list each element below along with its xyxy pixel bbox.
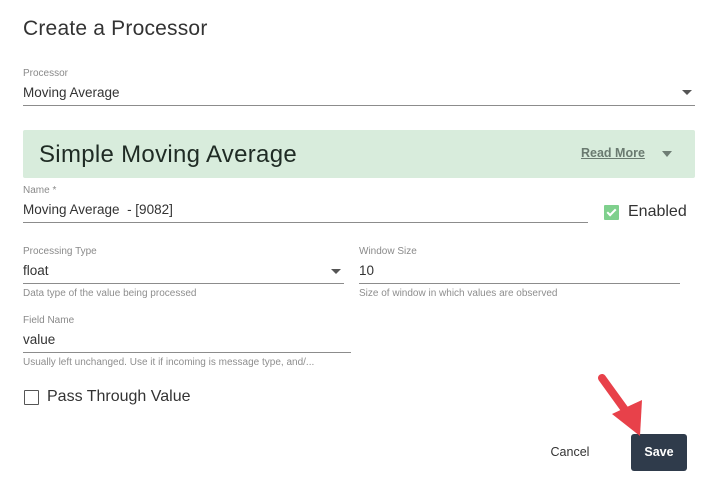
processor-info-banner: Simple Moving Average Read More xyxy=(23,130,695,178)
name-input[interactable]: Moving Average - [9082] xyxy=(23,200,588,223)
chevron-down-icon xyxy=(331,269,341,274)
name-label: Name * xyxy=(23,185,57,196)
window-size-helper: Size of window in which values are obser… xyxy=(359,288,558,299)
field-name-input[interactable]: value xyxy=(23,330,351,353)
processor-select[interactable]: Moving Average xyxy=(23,83,695,106)
chevron-down-icon xyxy=(682,90,692,95)
cancel-button[interactable]: Cancel xyxy=(541,437,599,467)
chevron-down-icon[interactable] xyxy=(662,151,672,157)
check-icon xyxy=(606,206,617,217)
banner-title: Simple Moving Average xyxy=(39,141,297,168)
processing-type-helper: Data type of the value being processed xyxy=(23,288,197,299)
enabled-checkbox[interactable] xyxy=(604,205,619,220)
red-arrow-icon xyxy=(598,374,642,436)
window-size-label: Window Size xyxy=(359,246,417,257)
processing-type-value: float xyxy=(23,263,49,278)
read-more-link[interactable]: Read More xyxy=(581,146,645,160)
field-name-value: value xyxy=(23,332,56,347)
window-size-input[interactable]: 10 xyxy=(359,261,680,284)
enabled-label: Enabled xyxy=(628,203,687,220)
processor-label: Processor xyxy=(23,68,69,79)
field-name-helper: Usually left unchanged. Use it if incomi… xyxy=(23,357,315,368)
processor-select-value: Moving Average xyxy=(23,85,120,100)
field-name-label: Field Name xyxy=(23,315,75,326)
processing-type-select[interactable]: float xyxy=(23,261,344,284)
dialog-title: Create a Processor xyxy=(23,17,208,40)
pass-through-checkbox[interactable] xyxy=(24,390,39,405)
pass-through-label: Pass Through Value xyxy=(47,388,191,405)
processing-type-label: Processing Type xyxy=(23,246,97,257)
window-size-value: 10 xyxy=(359,263,375,278)
name-input-value: Moving Average - [9082] xyxy=(23,202,173,217)
